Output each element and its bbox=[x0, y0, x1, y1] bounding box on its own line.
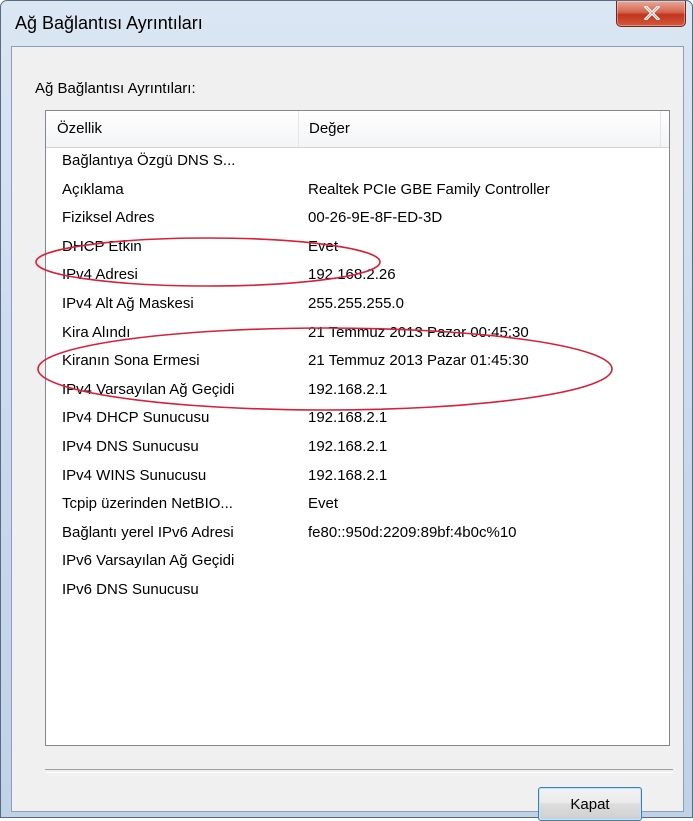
value-cell: 255.255.255.0 bbox=[308, 294, 404, 312]
property-cell: IPv4 Varsayılan Ağ Geçidi bbox=[62, 380, 235, 398]
list-row[interactable]: IPv4 Alt Ağ Maskesi 255.255.255.0 bbox=[46, 292, 669, 321]
list-row[interactable]: Açıklama Realtek PCIe GBE Family Controll… bbox=[46, 178, 669, 207]
window-title: Ağ Bağlantısı Ayrıntıları bbox=[15, 13, 203, 33]
list-row[interactable]: Bağlantıya Özgü DNS S... bbox=[46, 149, 669, 178]
list-header: Özellik Değer bbox=[46, 111, 669, 148]
close-dialog-button[interactable]: Kapat bbox=[538, 787, 642, 821]
property-cell: Açıklama bbox=[62, 180, 124, 198]
value-cell: 00-26-9E-8F-ED-3D bbox=[308, 209, 443, 227]
list-row[interactable]: IPv4 Adresi 192.168.2.26 bbox=[46, 263, 669, 292]
value-cell: 192.168.2.26 bbox=[308, 266, 396, 284]
network-connection-details-window: Ağ Bağlantısı Ayrıntıları Ağ Bağlantısı … bbox=[0, 0, 693, 821]
value-cell: Evet bbox=[308, 237, 339, 255]
list-row[interactable]: Kiranın Sona Ermesi 21 Temmuz 2013 Pazar … bbox=[46, 349, 669, 378]
property-cell: Bağlantıya Özgü DNS S... bbox=[62, 152, 236, 169]
value-cell: fe80::950d:2209:89bf:4b0c%10 bbox=[308, 523, 517, 541]
property-cell: IPv4 Alt Ağ Maskesi bbox=[62, 294, 194, 312]
close-x-icon bbox=[644, 6, 660, 20]
property-cell: Tcpip üzerinden NetBIO... bbox=[62, 495, 233, 513]
value-cell: 192.168.2.1 bbox=[308, 466, 388, 484]
value-cell: 21 Temmuz 2013 Pazar 00:45:30 bbox=[308, 323, 529, 341]
list-row[interactable]: Fiziksel Adres 00-26-9E-8F-ED-3D bbox=[46, 206, 669, 235]
list-row[interactable]: IPv4 WINS Sunucusu 192.168.2.1 bbox=[46, 464, 669, 493]
property-cell: Kiranın Sona Ermesi bbox=[62, 352, 200, 370]
column-header-property[interactable]: Özellik bbox=[46, 111, 299, 147]
value-cell: 21 Temmuz 2013 Pazar 01:45:30 bbox=[308, 352, 529, 370]
list-row[interactable]: IPv6 Varsayılan Ağ Geçidi bbox=[46, 549, 669, 578]
dialog-body: Ağ Bağlantısı Ayrıntıları: Özellik Değer… bbox=[11, 46, 684, 821]
list-row[interactable]: IPv4 Varsayılan Ağ Geçidi 192.168.2.1 bbox=[46, 378, 669, 407]
list-row[interactable]: IPv6 DNS Sunucusu bbox=[46, 578, 669, 607]
property-cell: IPv6 DNS Sunucusu bbox=[62, 580, 199, 598]
list-rows: Bağlantıya Özgü DNS S... Açıklama Realtek… bbox=[46, 149, 669, 607]
close-button[interactable] bbox=[616, 1, 686, 27]
property-cell: IPv4 WINS Sunucusu bbox=[62, 466, 207, 484]
column-header-value[interactable]: Değer bbox=[299, 111, 661, 147]
list-row[interactable]: IPv4 DHCP Sunucusu 192.168.2.1 bbox=[46, 406, 669, 435]
divider bbox=[45, 769, 673, 773]
property-cell: Fiziksel Adres bbox=[62, 209, 155, 227]
value-cell: Evet bbox=[308, 495, 339, 513]
list-row[interactable]: DHCP Etkin Evet bbox=[46, 235, 669, 264]
property-cell: Kira Alındı bbox=[62, 323, 131, 341]
list-row[interactable]: Kira Alındı 21 Temmuz 2013 Pazar 00:45:30 bbox=[46, 321, 669, 350]
property-cell: Bağlantı yerel IPv6 Adresi bbox=[62, 523, 234, 541]
property-cell: DHCP Etkin bbox=[62, 237, 142, 255]
list-row[interactable]: Tcpip üzerinden NetBIO... Evet bbox=[46, 492, 669, 521]
value-cell: 192.168.2.1 bbox=[308, 409, 388, 427]
value-cell: 192.168.2.1 bbox=[308, 380, 388, 398]
list-row[interactable]: IPv4 DNS Sunucusu 192.168.2.1 bbox=[46, 435, 669, 464]
value-cell: Realtek PCIe GBE Family Controller bbox=[308, 180, 550, 198]
property-cell: IPv4 DHCP Sunucusu bbox=[62, 409, 210, 427]
value-cell: 192.168.2.1 bbox=[308, 437, 388, 455]
details-group-label: Ağ Bağlantısı Ayrıntıları: bbox=[35, 80, 196, 97]
list-row[interactable]: Bağlantı yerel IPv6 Adresi fe80::950d:220… bbox=[46, 521, 669, 550]
title-bar[interactable]: Ağ Bağlantısı Ayrıntıları bbox=[1, 1, 692, 45]
property-cell: IPv6 Varsayılan Ağ Geçidi bbox=[62, 552, 235, 570]
property-cell: IPv4 DNS Sunucusu bbox=[62, 437, 199, 455]
property-cell: IPv4 Adresi bbox=[62, 266, 138, 284]
details-list[interactable]: Özellik Değer Bağlantıya Özgü DNS S... A… bbox=[45, 110, 670, 746]
